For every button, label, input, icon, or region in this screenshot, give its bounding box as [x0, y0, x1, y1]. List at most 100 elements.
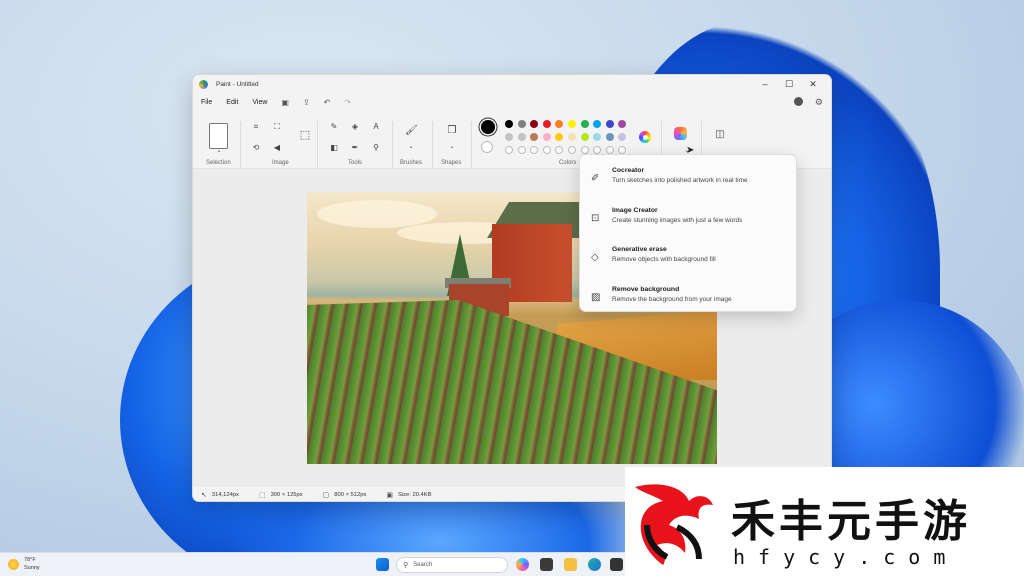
eraser-icon[interactable]: ◧	[328, 142, 340, 154]
status-cursor-position: ↖ 314,124px	[201, 491, 239, 499]
paint-app-icon	[199, 79, 208, 89]
copilot-dropdown-menu: ✐ Cocreator Turn sketches into polished …	[579, 154, 797, 312]
weather-text: 78°F Sunny	[24, 556, 40, 572]
undo-icon[interactable]: ↶	[324, 98, 331, 107]
menu-edit[interactable]: Edit	[226, 99, 238, 106]
resize-icon[interactable]: ⛶	[271, 121, 283, 133]
weather-condition: Sunny	[24, 565, 40, 571]
close-button[interactable]: ✕	[801, 79, 825, 90]
color-swatch[interactable]	[605, 133, 614, 141]
sun-icon	[8, 558, 19, 570]
pencil-icon[interactable]: ✎	[328, 121, 340, 133]
group-label-shapes: Shapes	[441, 160, 462, 166]
window-title: Paint - Untitled	[216, 80, 259, 88]
menu-item-remove-background[interactable]: ▨ Remove background Remove the backgroun…	[580, 280, 796, 320]
secondary-color-swatch[interactable]	[481, 141, 493, 153]
menu-file[interactable]: File	[201, 99, 212, 106]
weather-temperature: 78°F	[24, 557, 36, 563]
weather-widget[interactable]: 78°F Sunny	[8, 556, 40, 572]
canvas-size-icon: ▢	[322, 492, 330, 499]
empty-color-slot[interactable]	[580, 146, 589, 154]
ribbon-divider	[471, 121, 472, 169]
shapes-icon[interactable]: ❒	[446, 125, 458, 137]
image-sparkle-icon: ⊡	[591, 212, 600, 224]
color-swatch[interactable]	[505, 133, 513, 141]
color-swatch[interactable]	[517, 120, 526, 128]
color-picker-icon[interactable]: ✒	[349, 142, 361, 154]
color-swatch[interactable]	[505, 120, 513, 128]
chevron-down-icon[interactable]: ⌄	[405, 141, 417, 153]
eraser-sparkle-icon: ◇	[591, 252, 599, 263]
taskbar-search-box[interactable]: ⚲ Search	[396, 557, 508, 573]
color-swatch[interactable]	[568, 133, 576, 141]
brush-sparkle-icon: ✐	[591, 173, 600, 184]
minimize-button[interactable]: –	[753, 79, 777, 89]
disk-icon: ▣	[386, 492, 393, 499]
menu-item-description: Turn sketches into polished artwork in r…	[612, 177, 748, 184]
status-file-size: ▣ Size: 20.4KB	[386, 491, 431, 499]
share-icon[interactable]: ⇪	[303, 98, 310, 107]
color-wheel-icon[interactable]	[639, 131, 651, 143]
menu-item-title: Image Creator	[612, 206, 658, 214]
color-swatch[interactable]	[568, 120, 576, 128]
empty-color-slot[interactable]	[505, 146, 513, 154]
account-icon[interactable]	[793, 97, 803, 108]
menu-view[interactable]: View	[252, 99, 267, 106]
status-selection-size: ⬚ 300 × 125px	[259, 491, 303, 499]
brush-icon[interactable]: 🖌	[405, 125, 418, 137]
group-label-image: Image	[272, 160, 289, 166]
chevron-down-icon[interactable]: ⌄	[213, 145, 225, 157]
image-select-icon[interactable]: ⬚	[299, 129, 311, 141]
color-swatch[interactable]	[580, 133, 589, 141]
chevron-down-icon[interactable]: ⌄	[446, 141, 458, 153]
color-swatch[interactable]	[580, 120, 589, 128]
cursor-position-text: 314,124px	[211, 492, 239, 498]
group-label-selection: Selection	[206, 160, 231, 166]
menu-item-description: Remove the background from your image	[612, 295, 732, 303]
ribbon-divider	[432, 121, 433, 169]
copilot-taskbar-icon[interactable]	[516, 558, 529, 571]
empty-color-slot[interactable]	[568, 146, 576, 154]
crop-icon[interactable]: ⌗	[250, 121, 262, 133]
primary-color-swatch[interactable]	[481, 120, 495, 134]
selection-size-text: 300 × 125px	[270, 492, 303, 498]
empty-color-slot[interactable]	[517, 146, 526, 154]
magnifier-icon[interactable]: ⚲	[370, 142, 382, 154]
menu-item-description: Create stunning images with just a few w…	[612, 216, 743, 224]
edge-browser-icon[interactable]	[588, 558, 601, 571]
text-tool-icon[interactable]: A	[370, 121, 382, 133]
copilot-icon[interactable]	[674, 127, 687, 140]
windows-start-icon[interactable]	[376, 558, 389, 571]
menu-item-title: Cocreator	[612, 167, 645, 174]
store-icon[interactable]	[610, 558, 623, 571]
flip-icon[interactable]: ◀	[271, 142, 283, 154]
task-view-icon[interactable]	[540, 558, 553, 571]
settings-gear-icon[interactable]: ⚙	[815, 97, 823, 108]
canvas-size-text: 800 × 512px	[334, 492, 367, 498]
color-swatch[interactable]	[542, 120, 551, 128]
menu-item-title: Generative erase	[612, 246, 667, 253]
file-explorer-icon[interactable]	[564, 558, 577, 571]
file-size-text: Size: 20.4KB	[397, 492, 432, 498]
image-cloud	[317, 200, 437, 228]
menu-item-description: Remove objects with background fill	[612, 256, 716, 263]
empty-color-slot[interactable]	[542, 146, 551, 154]
save-icon[interactable]: ▣	[281, 98, 289, 107]
redo-icon[interactable]: ↷	[344, 98, 351, 107]
menu-item-image-creator[interactable]: ⊡ Image Creator Create stunning images w…	[580, 201, 796, 241]
menu-item-generative-erase[interactable]: ◇ Generative erase Remove objects with b…	[580, 240, 796, 280]
layers-icon[interactable]: ◫	[714, 129, 726, 141]
fill-bucket-icon[interactable]: ◈	[349, 121, 361, 133]
color-swatch[interactable]	[517, 133, 526, 141]
title-bar[interactable]: Paint - Untitled – ☐ ✕	[193, 75, 831, 93]
color-swatch[interactable]	[605, 120, 614, 128]
color-swatch[interactable]	[542, 133, 551, 141]
menu-bar: File Edit View ▣ ⇪ ↶ ↷ ⚙	[193, 93, 831, 112]
empty-color-slot[interactable]	[605, 146, 614, 154]
watermark-chinese-text: 禾丰元手游	[731, 496, 971, 547]
group-label-colors: Colors	[559, 160, 577, 166]
ribbon-divider	[240, 121, 241, 169]
menu-item-cocreator[interactable]: ✐ Cocreator Turn sketches into polished …	[580, 161, 796, 201]
maximize-button[interactable]: ☐	[777, 79, 801, 90]
rotate-icon[interactable]: ⟲	[250, 142, 262, 154]
